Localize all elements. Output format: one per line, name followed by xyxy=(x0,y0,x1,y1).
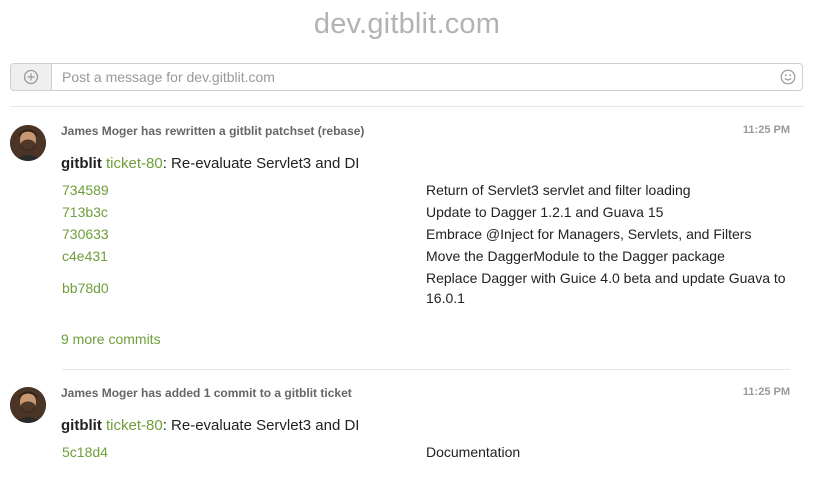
repo-name[interactable]: gitblit xyxy=(61,155,102,172)
commit-message: Embrace @Inject for Managers, Servlets, … xyxy=(426,226,752,242)
user-avatar-icon xyxy=(10,387,46,423)
page-title: dev.gitblit.com xyxy=(313,8,501,40)
divider xyxy=(10,106,804,107)
post-headline: gitblit ticket-80: Re-evaluate Servlet3 … xyxy=(61,417,359,434)
commit-sha-link[interactable]: 734589 xyxy=(62,182,109,198)
avatar[interactable] xyxy=(10,387,46,423)
post-author-line: James Moger has rewritten a gitblit patc… xyxy=(61,124,365,138)
user-avatar-icon xyxy=(10,125,46,161)
ticket-link[interactable]: ticket-80 xyxy=(106,155,163,172)
repo-name[interactable]: gitblit xyxy=(61,417,102,434)
avatar[interactable] xyxy=(10,125,46,161)
ticket-title: : Re-evaluate Servlet3 and DI xyxy=(162,155,360,172)
commit-sha-link[interactable]: 713b3c xyxy=(62,204,108,220)
commit-message: Return of Servlet3 servlet and filter lo… xyxy=(426,182,691,198)
commit-sha-link[interactable]: 730633 xyxy=(62,226,109,242)
commit-message: Documentation xyxy=(426,444,521,460)
message-input[interactable]: Post a message for dev.gitblit.com xyxy=(62,69,275,85)
commit-sha-link[interactable]: c4e431 xyxy=(62,248,108,264)
commit-sha-link[interactable]: bb78d0 xyxy=(62,280,109,296)
commit-message: Update to Dagger 1.2.1 and Guava 15 xyxy=(426,204,664,220)
add-attachment-button[interactable] xyxy=(11,64,52,90)
post-timestamp: 11:25 PM xyxy=(742,124,790,136)
post-author-line: James Moger has added 1 commit to a gitb… xyxy=(61,386,352,400)
smiley-icon xyxy=(780,69,796,85)
post-timestamp: 11:25 PM xyxy=(742,386,790,398)
plus-circle-icon xyxy=(23,69,39,85)
post-headline: gitblit ticket-80: Re-evaluate Servlet3 … xyxy=(61,155,359,172)
divider xyxy=(62,369,790,370)
more-commits-link[interactable]: 9 more commits xyxy=(61,331,161,347)
emoji-button[interactable] xyxy=(780,69,796,90)
commit-message: Move the DaggerModule to the Dagger pack… xyxy=(426,248,725,264)
message-composer[interactable]: Post a message for dev.gitblit.com xyxy=(10,63,803,91)
commit-message: Replace Dagger with Guice 4.0 beta and u… xyxy=(426,270,786,306)
ticket-link[interactable]: ticket-80 xyxy=(106,417,163,434)
commit-sha-link[interactable]: 5c18d4 xyxy=(62,444,108,460)
ticket-title: : Re-evaluate Servlet3 and DI xyxy=(162,417,360,434)
